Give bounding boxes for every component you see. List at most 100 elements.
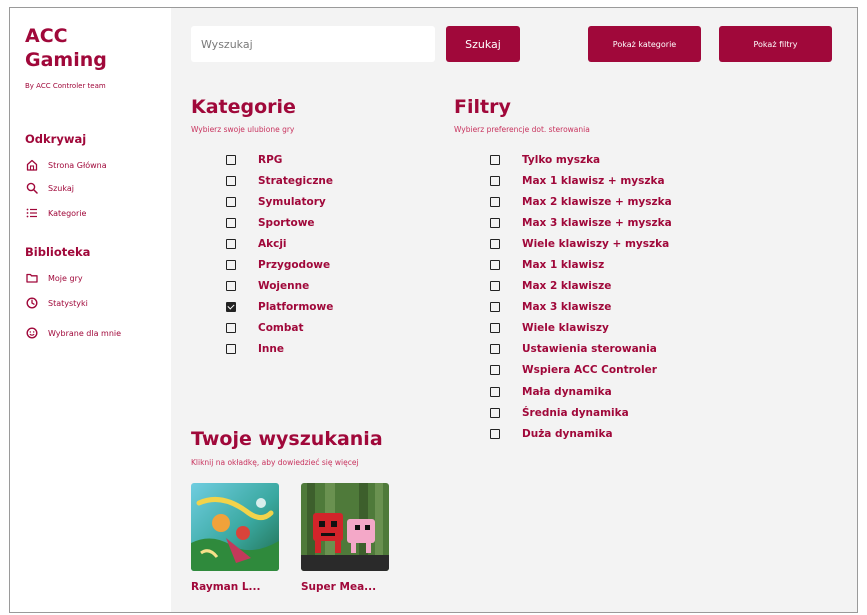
checkbox-label: Max 1 klawisz + myszka bbox=[522, 174, 665, 187]
filters-checkbox-item[interactable]: Ustawienia sterowania bbox=[490, 339, 672, 360]
section-title-discover: Odkrywaj bbox=[25, 132, 87, 146]
categories-checkbox-item[interactable]: Sportowe bbox=[226, 212, 333, 233]
checkbox[interactable] bbox=[490, 323, 500, 334]
sidebar-item-my-games[interactable]: Moje gry bbox=[25, 270, 83, 286]
sidebar: ACC Gaming By ACC Controler team Odkrywa… bbox=[10, 8, 171, 612]
app-window: ACC Gaming By ACC Controler team Odkrywa… bbox=[9, 7, 858, 613]
sidebar-item-home[interactable]: Strona Główna bbox=[25, 157, 107, 173]
clock-icon bbox=[25, 297, 38, 310]
checkbox-label: Max 2 klawisze bbox=[522, 280, 612, 293]
filters-checkbox-item[interactable]: Max 1 klawisz + myszka bbox=[490, 170, 672, 191]
categories-checkbox-item[interactable]: Combat bbox=[226, 318, 333, 339]
checkbox[interactable] bbox=[490, 154, 500, 165]
checkbox[interactable] bbox=[490, 196, 500, 207]
sidebar-item-categories[interactable]: Kategorie bbox=[25, 205, 86, 221]
show-filters-button[interactable]: Pokaż filtry bbox=[719, 26, 832, 62]
filters-checkbox-item[interactable]: Średnia dynamika bbox=[490, 402, 672, 423]
filters-checkbox-item[interactable]: Max 2 klawisze bbox=[490, 276, 672, 297]
checkbox[interactable] bbox=[226, 196, 236, 207]
results-title: Twoje wyszukania bbox=[191, 428, 383, 450]
categories-checkbox-item[interactable]: Inne bbox=[226, 339, 333, 360]
filters-checkbox-item[interactable]: Mała dynamika bbox=[490, 381, 672, 402]
filters-checkbox-item[interactable]: Duża dynamika bbox=[490, 423, 672, 444]
show-categories-button[interactable]: Pokaż kategorie bbox=[588, 26, 701, 62]
checkbox[interactable] bbox=[490, 217, 500, 228]
search-icon bbox=[25, 182, 38, 195]
checkbox-label: Max 2 klawisze + myszka bbox=[522, 195, 672, 208]
checkbox-checked[interactable] bbox=[226, 302, 236, 313]
sidebar-item-label: Strona Główna bbox=[48, 160, 107, 170]
brand-subtitle: By ACC Controler team bbox=[25, 82, 106, 90]
search-button[interactable]: Szukaj bbox=[446, 26, 520, 62]
categories-list: RPG Strategiczne Symulatory Sportowe Akcji Pr… bbox=[226, 149, 333, 360]
checkbox-label: Wspiera ACC Controler bbox=[522, 364, 657, 377]
list-icon bbox=[25, 207, 38, 220]
checkbox[interactable] bbox=[490, 428, 500, 439]
checkbox-label: Symulatory bbox=[258, 195, 326, 208]
categories-checkbox-item[interactable]: RPG bbox=[226, 149, 333, 170]
search-input[interactable] bbox=[191, 26, 435, 62]
checkbox-label: Wiele klawiszy + myszka bbox=[522, 237, 670, 250]
filters-checkbox-item[interactable]: Tylko myszka bbox=[490, 149, 672, 170]
checkbox-label: Max 3 klawisze + myszka bbox=[522, 216, 672, 229]
sidebar-item-stats[interactable]: Statystyki bbox=[25, 295, 88, 311]
filters-checkbox-item[interactable]: Max 1 klawisz bbox=[490, 254, 672, 275]
checkbox[interactable] bbox=[226, 217, 236, 228]
results-subtitle: Kliknij na okładkę, aby dowiedzieć się w… bbox=[191, 458, 359, 467]
filters-checkbox-item[interactable]: Max 3 klawisze + myszka bbox=[490, 212, 672, 233]
checkbox[interactable] bbox=[490, 260, 500, 271]
brand-line-1: ACC bbox=[25, 25, 68, 47]
checkbox-label: Wiele klawiszy bbox=[522, 322, 609, 335]
categories-checkbox-item[interactable]: Akcji bbox=[226, 233, 333, 254]
checkbox-label: Średnia dynamika bbox=[522, 406, 629, 419]
filters-checkbox-item[interactable]: Max 2 klawisze + myszka bbox=[490, 191, 672, 212]
filters-checkbox-item[interactable]: Wiele klawiszy + myszka bbox=[490, 233, 672, 254]
checkbox[interactable] bbox=[490, 302, 500, 313]
checkbox[interactable] bbox=[226, 323, 236, 334]
sidebar-item-label: Szukaj bbox=[48, 183, 74, 193]
categories-checkbox-item[interactable]: Platformowe bbox=[226, 297, 333, 318]
checkbox-label: Ustawienia sterowania bbox=[522, 343, 657, 356]
sidebar-item-label: Kategorie bbox=[48, 208, 87, 218]
game-card-rayman[interactable]: Rayman L... bbox=[191, 483, 279, 593]
filters-title: Filtry bbox=[454, 96, 511, 118]
checkbox[interactable] bbox=[490, 365, 500, 376]
checkbox[interactable] bbox=[226, 175, 236, 186]
sidebar-item-recommended[interactable]: Wybrane dla mnie bbox=[25, 325, 121, 341]
game-cover-image[interactable] bbox=[191, 483, 279, 571]
checkbox[interactable] bbox=[490, 344, 500, 355]
checkbox[interactable] bbox=[226, 260, 236, 271]
checkbox[interactable] bbox=[490, 407, 500, 418]
checkbox[interactable] bbox=[226, 281, 236, 292]
categories-checkbox-item[interactable]: Wojenne bbox=[226, 276, 333, 297]
filters-checkbox-item[interactable]: Wiele klawiszy bbox=[490, 318, 672, 339]
game-cover-image[interactable] bbox=[301, 483, 389, 571]
checkbox[interactable] bbox=[226, 238, 236, 249]
brand-logo[interactable]: ACC Gaming bbox=[25, 24, 107, 72]
folder-icon bbox=[25, 272, 38, 285]
categories-checkbox-item[interactable]: Przygodowe bbox=[226, 254, 333, 275]
filters-checkbox-item[interactable]: Wspiera ACC Controler bbox=[490, 360, 672, 381]
checkbox[interactable] bbox=[490, 386, 500, 397]
checkbox[interactable] bbox=[490, 238, 500, 249]
filters-checkbox-item[interactable]: Max 3 klawisze bbox=[490, 297, 672, 318]
checkbox[interactable] bbox=[490, 281, 500, 292]
checkbox-label: Sportowe bbox=[258, 216, 315, 229]
checkbox[interactable] bbox=[226, 154, 236, 165]
game-card-super-meat[interactable]: Super Mea... bbox=[301, 483, 389, 593]
checkbox[interactable] bbox=[226, 344, 236, 355]
categories-title: Kategorie bbox=[191, 96, 296, 118]
checkbox-label: Mała dynamika bbox=[522, 385, 612, 398]
sidebar-item-search[interactable]: Szukaj bbox=[25, 180, 74, 196]
checkbox-label: Strategiczne bbox=[258, 174, 334, 187]
categories-checkbox-item[interactable]: Strategiczne bbox=[226, 170, 333, 191]
categories-subtitle: Wybierz swoje ulubione gry bbox=[191, 125, 295, 134]
categories-checkbox-item[interactable]: Symulatory bbox=[226, 191, 333, 212]
checkbox-label: Combat bbox=[258, 322, 304, 335]
sidebar-item-label: Wybrane dla mnie bbox=[48, 328, 122, 338]
checkbox[interactable] bbox=[490, 175, 500, 186]
checkbox-label: Max 1 klawisz bbox=[522, 259, 605, 272]
checkbox-label: Inne bbox=[258, 343, 284, 356]
checkbox-label: Max 3 klawisze bbox=[522, 301, 612, 314]
game-title: Rayman L... bbox=[191, 581, 261, 593]
